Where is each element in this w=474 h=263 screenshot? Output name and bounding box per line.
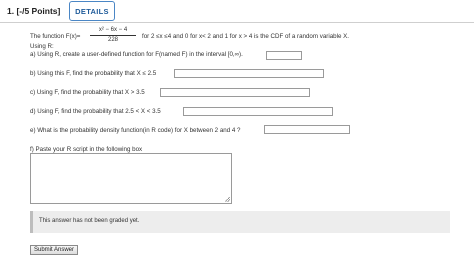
question-header: 1. [-/5 Points] DETAILS	[0, 0, 474, 23]
part-c-answer-input[interactable]	[160, 88, 310, 97]
part-e-answer-input[interactable]	[264, 125, 350, 134]
part-b-prompt: b) Using this F, find the probability th…	[30, 70, 157, 77]
function-fraction: x² − 6x − 4 228	[88, 26, 138, 45]
fraction-numerator: x² − 6x − 4	[98, 27, 128, 33]
using-r-label: Using R:	[30, 43, 54, 50]
r-script-textarea[interactable]	[30, 153, 232, 204]
part-d-prompt: d) Using F, find the probability that 2.…	[30, 108, 161, 115]
function-suffix: for 2 ≤x ≤4 and 0 for x< 2 and 1 for x >…	[142, 33, 349, 40]
header-divider	[0, 22, 474, 23]
part-e-prompt: e) What is the probability density funct…	[30, 127, 241, 134]
function-prefix: The function F(x)=	[30, 33, 81, 40]
question-title: 1. [-/5 Points]	[7, 6, 61, 16]
part-f-prompt: f) Paste your R script in the following …	[30, 146, 143, 153]
part-b-answer-input[interactable]	[174, 69, 324, 78]
part-d-answer-input[interactable]	[183, 107, 333, 116]
fraction-denominator: 228	[107, 37, 118, 43]
grading-status-text: This answer has not been graded yet.	[39, 218, 140, 224]
part-a-answer-input[interactable]	[266, 51, 302, 60]
submit-answer-button[interactable]: Submit Answer	[30, 245, 79, 255]
resize-grip-icon[interactable]	[225, 197, 230, 202]
part-a-prompt: a) Using R, create a user-defined functi…	[30, 51, 243, 58]
details-button[interactable]: DETAILS	[69, 1, 115, 21]
grading-status-box: This answer has not been graded yet.	[30, 211, 450, 233]
part-c-prompt: c) Using F, find the probability that X …	[30, 89, 145, 96]
